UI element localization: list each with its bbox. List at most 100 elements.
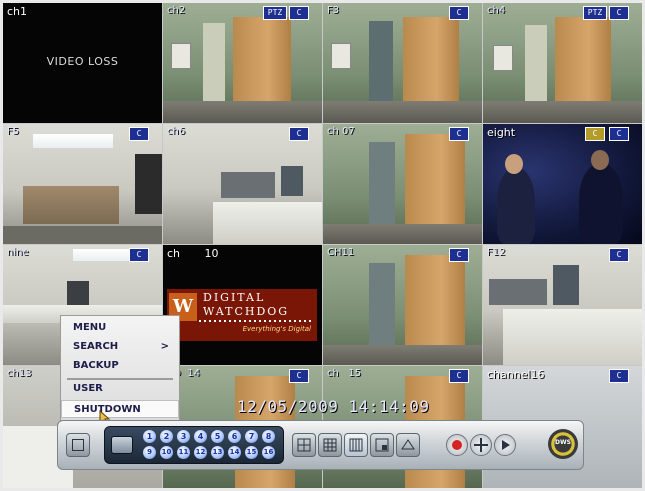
camera-icon[interactable] — [111, 436, 133, 454]
camera-tile-7[interactable]: ch 07 C — [323, 124, 482, 244]
camera-badge: C — [129, 127, 149, 141]
dark-window — [135, 154, 162, 214]
channel-button-13[interactable]: 13 — [211, 446, 224, 459]
channel-button-4[interactable]: 4 — [194, 430, 207, 443]
record-button[interactable] — [446, 434, 468, 456]
channel-button-8[interactable]: 8 — [262, 430, 275, 443]
camera-badge: C — [609, 127, 629, 141]
pip-view-button[interactable] — [370, 433, 394, 457]
sequence-icon — [401, 439, 415, 450]
single-view-button[interactable] — [66, 433, 90, 457]
floor — [3, 226, 162, 244]
person — [497, 168, 535, 244]
dws-brand-icon: DWS — [548, 429, 578, 459]
reception-desk — [213, 202, 322, 244]
channel-button-11[interactable]: 11 — [177, 446, 190, 459]
menu-item-backup[interactable]: BACKUP — [61, 357, 179, 375]
menu-item-label: SEARCH — [73, 341, 119, 352]
channel-button-5[interactable]: 5 — [211, 430, 224, 443]
channel-button-10[interactable]: 10 — [160, 446, 173, 459]
camera-badge: C — [609, 6, 629, 20]
menu-item-search[interactable]: SEARCH > — [61, 338, 179, 356]
sequence-button[interactable] — [396, 433, 420, 457]
menu-item-label: BACKUP — [73, 360, 119, 371]
camera-tile-11[interactable]: CH11 C — [323, 245, 482, 365]
camera-badge: C — [449, 6, 469, 20]
camera-tile-1[interactable]: ch1 VIDEO LOSS — [3, 3, 162, 123]
video-loss-text: VIDEO LOSS — [46, 55, 119, 68]
channel-button-2[interactable]: 2 — [160, 430, 173, 443]
floor — [323, 101, 482, 123]
dvr-screen: ch1 VIDEO LOSS ch2 PTZ C F3 C ch4 PTZ C … — [3, 3, 642, 488]
camera-tile-6[interactable]: ch6 C — [163, 124, 322, 244]
camera-badge: C — [129, 248, 149, 262]
channel-button-14[interactable]: 14 — [228, 446, 241, 459]
camera-tile-3[interactable]: F3 C — [323, 3, 482, 123]
nine-view-button[interactable] — [318, 433, 342, 457]
channel-button-3[interactable]: 3 — [177, 430, 190, 443]
poster — [493, 45, 513, 71]
monitor — [67, 281, 89, 305]
ptz-control-button[interactable] — [470, 434, 492, 456]
menu-item-shutdown[interactable]: SHUTDOWN — [61, 400, 179, 418]
logo-line1: DIGITAL — [203, 291, 266, 304]
cubicle-partition — [23, 186, 119, 224]
digital-watchdog-logo: W DIGITAL WATCHDOG Everything's Digital — [167, 289, 317, 341]
menu-item-label: USER — [73, 383, 103, 394]
pip-icon — [375, 438, 389, 452]
record-icon — [452, 440, 462, 450]
channel-button-9[interactable]: 9 — [143, 446, 156, 459]
channel-button-12[interactable]: 12 — [194, 446, 207, 459]
door-frame — [525, 25, 547, 103]
ptz-cross-icon — [474, 438, 488, 452]
channel-label: ch2 — [167, 5, 186, 16]
dvr-toolbar: 1 2 3 4 5 6 7 8 9 10 11 12 13 14 15 16 D… — [57, 420, 584, 470]
floor — [323, 224, 482, 244]
camera-badge: C — [289, 6, 309, 20]
camera-badge: C — [289, 127, 309, 141]
menu-item-user[interactable]: USER — [61, 380, 179, 398]
ptz-badge: PTZ — [263, 6, 287, 20]
channel-label: CH11 — [327, 247, 355, 258]
equipment-rack — [489, 279, 547, 305]
camera-tile-4[interactable]: ch4 PTZ C — [483, 3, 642, 123]
camera-badge: C — [449, 127, 469, 141]
equipment-rack — [221, 172, 275, 198]
camera-tile-12[interactable]: F12 C — [483, 245, 642, 365]
floor — [163, 101, 322, 123]
grid-16-icon — [349, 438, 363, 452]
person-head — [505, 154, 523, 174]
camera-tile-8[interactable]: eight C C — [483, 124, 642, 244]
channel-label: F12 — [487, 247, 506, 258]
camera-badge: C — [609, 369, 629, 383]
play-icon — [502, 440, 510, 450]
sixteen-view-button[interactable] — [344, 433, 368, 457]
camera-tile-5[interactable]: F5 C — [3, 124, 162, 244]
channel-button-6[interactable]: 6 — [228, 430, 241, 443]
camera-tile-2[interactable]: ch2 PTZ C — [163, 3, 322, 123]
ceiling-light — [33, 134, 113, 148]
play-button[interactable] — [494, 434, 516, 456]
camera-badge: C — [449, 248, 469, 262]
person — [579, 164, 623, 244]
channel-label: F3 — [327, 5, 340, 16]
channel-label: eight — [487, 126, 516, 139]
grid-9-icon — [323, 438, 337, 452]
doorway — [369, 142, 395, 228]
channel-button-15[interactable]: 15 — [245, 446, 258, 459]
layout-icon — [72, 439, 84, 451]
channel-button-1[interactable]: 1 — [143, 430, 156, 443]
menu-item-menu[interactable]: MENU — [61, 319, 179, 337]
channel-button-16[interactable]: 16 — [262, 446, 275, 459]
channel-button-7[interactable]: 7 — [245, 430, 258, 443]
logo-tagline: Everything's Digital — [242, 325, 311, 333]
reception-desk — [503, 309, 642, 365]
quad-view-button[interactable] — [292, 433, 316, 457]
camera-tile-10[interactable]: ch 10 W DIGITAL WATCHDOG Everything's Di… — [163, 245, 322, 365]
channel-label: channel16 — [487, 368, 545, 381]
channel-label: ch1 — [7, 5, 28, 18]
doorway — [369, 263, 395, 349]
equipment-rack — [553, 265, 579, 305]
poster — [331, 43, 351, 69]
channel-label: ch6 — [167, 126, 186, 137]
